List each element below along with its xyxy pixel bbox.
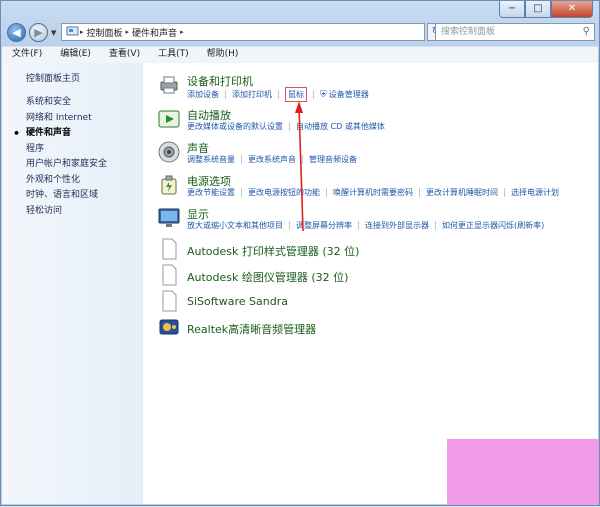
link-energy-settings[interactable]: 更改节能设置 (187, 187, 235, 198)
separator (504, 188, 505, 197)
link-power-plan[interactable]: 选择电源计划 (511, 187, 559, 198)
breadcrumb-hardware-sound[interactable]: 硬件和声音 (129, 26, 180, 39)
link-sleep-time[interactable]: 更改计算机睡眠时间 (426, 187, 498, 198)
separator (358, 221, 359, 230)
link-text-size[interactable]: 放大或缩小文本和其他项目 (187, 220, 283, 231)
separator (225, 90, 226, 99)
menu-tools[interactable]: 工具(T) (148, 47, 197, 63)
monitor-icon (158, 208, 180, 227)
minimize-button[interactable]: − (499, 1, 525, 18)
control-panel-icon (66, 26, 79, 36)
link-resolution[interactable]: 调整屏幕分辨率 (296, 220, 352, 231)
shield-icon: ⛨ (320, 89, 327, 100)
search-icon[interactable]: ⚲ (583, 24, 590, 40)
link-flicker-fix[interactable]: 如何更正显示器闪烁(刷新率) (442, 220, 544, 231)
link-external-display[interactable]: 连接到外部显示器 (365, 220, 429, 231)
link-device-manager[interactable]: 设备管理器 (329, 89, 369, 100)
link-mouse[interactable]: 鼠标 (285, 87, 307, 102)
recent-pages-dropdown[interactable]: ▼ (51, 29, 56, 37)
app-title[interactable]: Autodesk 绘图仪管理器 (32 位) (187, 269, 348, 285)
nav-appearance[interactable]: 外观和个性化 (26, 173, 107, 189)
app-title[interactable]: Realtek高清晰音频管理器 (187, 321, 316, 337)
nav-hardware-sound[interactable]: 硬件和声音 (13, 126, 107, 142)
document-icon (162, 238, 177, 260)
separator (241, 155, 242, 164)
menu-view[interactable]: 查看(V) (99, 47, 148, 63)
forward-button[interactable]: ▶ (29, 23, 48, 42)
document-icon (162, 290, 177, 312)
battery-icon (161, 175, 177, 195)
control-panel-home-link[interactable]: 控制面板主页 (26, 71, 80, 84)
separator (289, 122, 290, 131)
left-nav-pane: 控制面板主页 系统和安全 网络和 Internet 硬件和声音 程序 用户帐户和… (2, 63, 143, 504)
link-autoplay-cd[interactable]: 自动播放 CD 或其他媒体 (296, 121, 385, 132)
menu-file[interactable]: 文件(F) (2, 47, 50, 63)
nav-ease-of-access[interactable]: 轻松访问 (26, 204, 107, 220)
link-adjust-volume[interactable]: 调整系统音量 (187, 154, 235, 165)
separator (241, 188, 242, 197)
link-add-device[interactable]: 添加设备 (187, 89, 219, 100)
separator (419, 188, 420, 197)
category-list: 系统和安全 网络和 Internet 硬件和声音 程序 用户帐户和家庭安全 外观… (13, 95, 107, 220)
nav-system-security[interactable]: 系统和安全 (26, 95, 107, 111)
search-placeholder: 搜索控制面板 (441, 27, 496, 37)
link-wake-password[interactable]: 唤醒计算机时需要密码 (333, 187, 413, 198)
separator (313, 90, 314, 99)
link-manage-audio[interactable]: 管理音频设备 (309, 154, 357, 165)
nav-programs[interactable]: 程序 (26, 142, 107, 158)
watermark-block (447, 439, 599, 505)
caption-buttons: − □ ✕ (499, 1, 593, 18)
search-input[interactable]: 搜索控制面板 ⚲ (435, 23, 595, 41)
realtek-speaker-icon (159, 319, 179, 335)
navigation-bar: ◀ ▶ ▼ ▸ 控制面板 ▸ 硬件和声音 ▸ ↻ 搜索控制面板 ⚲ (7, 21, 595, 45)
app-title[interactable]: Autodesk 打印样式管理器 (32 位) (187, 243, 359, 259)
menu-edit[interactable]: 编辑(E) (50, 47, 99, 63)
content-area: 控制面板主页 系统和安全 网络和 Internet 硬件和声音 程序 用户帐户和… (2, 63, 598, 504)
separator (278, 90, 279, 99)
separator (435, 221, 436, 230)
close-button[interactable]: ✕ (551, 1, 593, 18)
nav-network-internet[interactable]: 网络和 Internet (26, 111, 107, 127)
control-panel-window: − □ ✕ ◀ ▶ ▼ ▸ 控制面板 ▸ 硬件和声音 ▸ ↻ 搜索控制面板 ⚲ … (0, 0, 600, 506)
nav-clock-region[interactable]: 时钟、语言和区域 (26, 188, 107, 204)
speaker-icon (158, 141, 180, 163)
autoplay-icon (158, 110, 180, 128)
link-add-printer[interactable]: 添加打印机 (232, 89, 272, 100)
link-power-buttons[interactable]: 更改电源按钮的功能 (248, 187, 320, 198)
back-button[interactable]: ◀ (7, 23, 26, 42)
separator (289, 221, 290, 230)
link-change-sounds[interactable]: 更改系统声音 (248, 154, 296, 165)
app-title[interactable]: SiSoftware Sandra (187, 295, 288, 308)
document-icon (162, 264, 177, 286)
breadcrumb-arrow-icon[interactable]: ▸ (180, 28, 184, 36)
separator (326, 188, 327, 197)
address-bar[interactable]: ▸ 控制面板 ▸ 硬件和声音 ▸ (61, 23, 425, 41)
menu-help[interactable]: 帮助(H) (197, 47, 247, 63)
maximize-button[interactable]: □ (525, 1, 551, 18)
main-pane: 设备和打印机 添加设备 添加打印机 鼠标 ⛨ 设备管理器 自动播放 更改媒体或设… (145, 63, 598, 504)
menu-bar: 文件(F) 编辑(E) 查看(V) 工具(T) 帮助(H) (2, 46, 598, 64)
nav-user-accounts[interactable]: 用户帐户和家庭安全 (26, 157, 107, 173)
separator (302, 155, 303, 164)
breadcrumb-control-panel[interactable]: 控制面板 (84, 26, 126, 39)
link-change-defaults[interactable]: 更改媒体或设备的默认设置 (187, 121, 283, 132)
printer-icon (160, 76, 178, 94)
